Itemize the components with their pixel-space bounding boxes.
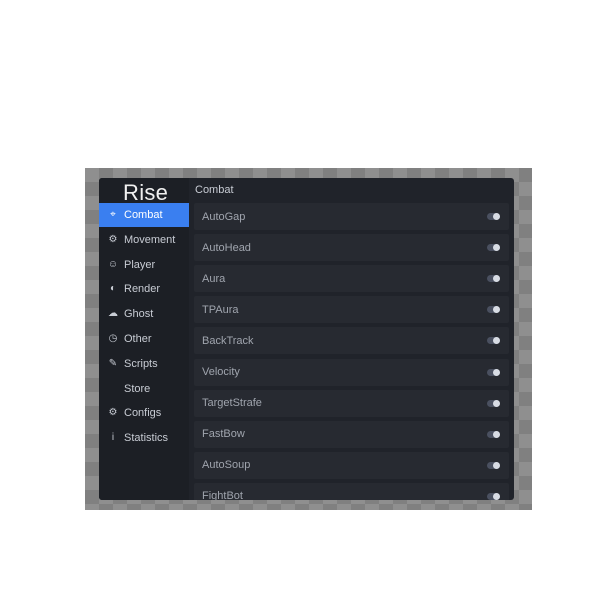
module-row[interactable]: FightBot	[194, 482, 509, 500]
sidebar-item-ghost[interactable]: ☁ Ghost	[99, 302, 189, 326]
module-name: AutoGap	[202, 210, 246, 223]
module-toggle[interactable]	[487, 430, 500, 438]
toggle-knob	[493, 399, 500, 407]
module-name: Velocity	[202, 366, 240, 378]
toggle-knob	[493, 306, 500, 314]
module-toggle[interactable]	[487, 461, 500, 469]
module-row[interactable]: FastBow	[194, 420, 509, 448]
ghost-icon: ☁	[108, 308, 118, 320]
sidebar-item-render[interactable]: ◐ Render	[99, 277, 189, 301]
module-toggle[interactable]	[487, 368, 500, 376]
module-name: BackTrack	[202, 334, 254, 347]
module-row[interactable]: AutoHead	[194, 234, 509, 262]
module-row[interactable]: Velocity	[194, 358, 509, 386]
crosshair-icon: ⌖	[110, 209, 116, 220]
gears-icon: ⚙	[108, 407, 118, 419]
toggle-knob	[493, 461, 500, 469]
module-row[interactable]: AutoGap	[194, 203, 509, 230]
sidebar-item-statistics[interactable]: i Statistics	[99, 426, 189, 450]
module-row[interactable]: TPAura	[194, 296, 509, 324]
eye-icon: ◐	[109, 283, 117, 295]
info-icon: i	[111, 432, 115, 444]
toggle-knob	[493, 368, 500, 376]
module-name: Aura	[202, 272, 226, 285]
sidebar-item-other[interactable]: ◷ Other	[99, 327, 189, 351]
clickgui-panel: Rise ⌖ Combat ⚙ Movement ☺ Player ◐ Render ☁ Ghos…	[99, 178, 514, 500]
module-row[interactable]: Aura	[194, 265, 509, 293]
sidebar-item-store[interactable]: Store	[99, 377, 189, 401]
user-icon: ☺	[107, 258, 119, 270]
sidebar-item-label: Movement	[124, 233, 176, 246]
clock-icon: ◷	[108, 333, 118, 344]
toggle-knob	[493, 244, 500, 252]
module-name: AutoHead	[202, 241, 251, 254]
sidebar-item-label: Other	[124, 333, 152, 345]
sidebar-item-label: Statistics	[124, 432, 169, 445]
sidebar-item-scripts[interactable]: ✎ Scripts	[99, 352, 189, 376]
sidebar-item-label: Configs	[124, 407, 162, 420]
module-toggle[interactable]	[487, 306, 500, 314]
sidebar-item-configs[interactable]: ⚙ Configs	[99, 401, 189, 425]
module-row[interactable]: TargetStrafe	[194, 389, 509, 417]
sidebar-item-label: Render	[124, 283, 161, 296]
toggle-knob	[493, 430, 500, 438]
module-toggle[interactable]	[487, 275, 500, 283]
module-name: AutoSoup	[202, 459, 251, 472]
category-sidebar: Rise ⌖ Combat ⚙ Movement ☺ Player ◐ Render ☁ Ghos…	[99, 178, 189, 500]
module-toggle[interactable]	[487, 213, 500, 220]
module-toggle[interactable]	[487, 244, 500, 252]
module-toggle[interactable]	[487, 399, 500, 407]
toggle-knob	[493, 275, 500, 283]
section-title: Combat	[195, 184, 234, 196]
module-name: TargetStrafe	[202, 397, 262, 410]
module-name: TPAura	[202, 303, 239, 316]
toggle-knob	[493, 492, 500, 500]
module-row[interactable]: AutoSoup	[194, 451, 509, 479]
sidebar-item-label: Ghost	[124, 308, 154, 321]
pen-icon: ✎	[108, 357, 118, 369]
toggle-knob	[493, 213, 500, 220]
sidebar-item-label: Scripts	[124, 357, 158, 370]
sidebar-item-label: Combat	[124, 209, 163, 221]
module-toggle[interactable]	[487, 492, 500, 500]
sidebar-item-movement[interactable]: ⚙ Movement	[99, 228, 189, 252]
module-row[interactable]: BackTrack	[194, 327, 509, 355]
running-icon: ⚙	[108, 233, 118, 245]
sidebar-item-label: Store	[124, 382, 151, 395]
module-toggle[interactable]	[487, 337, 500, 345]
toggle-knob	[493, 337, 500, 345]
module-name: FastBow	[202, 428, 245, 441]
module-name: FightBot	[202, 490, 243, 500]
sidebar-item-combat[interactable]: ⌖ Combat	[99, 203, 189, 227]
sidebar-item-label: Player	[124, 258, 156, 271]
sidebar-item-player[interactable]: ☺ Player	[99, 253, 189, 277]
